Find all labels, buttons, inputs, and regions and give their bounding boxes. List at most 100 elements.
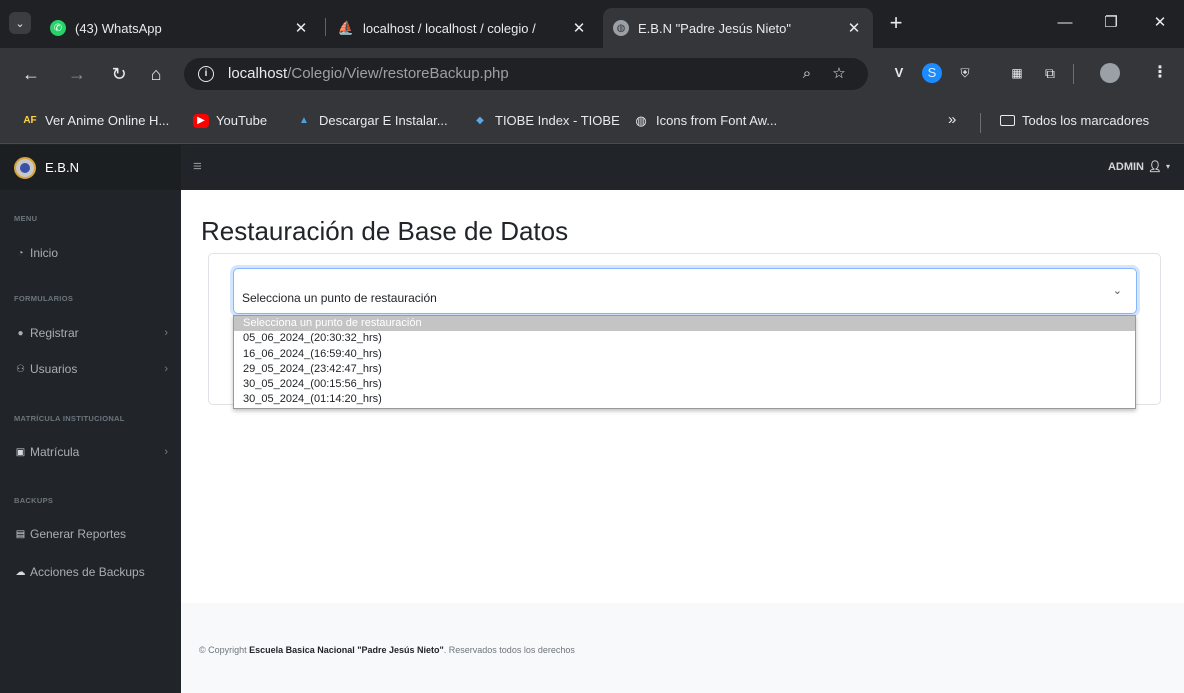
bookmark-label: Icons from Font Aw... <box>656 113 778 128</box>
user-icon: 👤︎ <box>1148 161 1162 173</box>
tab-whatsapp[interactable]: ✆ (43) WhatsApp ✕ <box>40 8 320 48</box>
more-bookmarks-button[interactable]: » <box>948 111 956 128</box>
tab-phpmyadmin[interactable]: ⛵ localhost / localhost / colegio / ✕ <box>328 8 598 48</box>
zoom-icon[interactable]: ⌕ <box>796 63 818 85</box>
restore-option[interactable]: 16_06_2024_(16:59:40_hrs) <box>234 347 1135 362</box>
globe-icon: ◍ <box>613 20 629 36</box>
restore-point-options: Selecciona un punto de restauración 05_0… <box>233 315 1136 409</box>
tab-divider <box>325 18 326 36</box>
phpmyadmin-icon: ⛵ <box>337 20 355 35</box>
restore-point-select[interactable]: Selecciona un punto de restauración ⌄ <box>233 268 1137 314</box>
tiobe-icon: ◆ <box>476 115 484 126</box>
footer: © Copyright Escuela Basica Nacional "Pad… <box>181 603 1184 693</box>
tab-title: (43) WhatsApp <box>75 20 162 36</box>
url-path: /Colegio/View/restoreBackup.php <box>287 65 509 82</box>
sidebar-item-label: Usuarios <box>30 362 78 376</box>
bookmark-star-icon[interactable]: ☆ <box>828 63 850 85</box>
url-text: localhost/Colegio/View/restoreBackup.php <box>228 65 509 82</box>
tab-strip: ⌄ ✆ (43) WhatsApp ✕ ⛵ localhost / localh… <box>0 0 1184 48</box>
bookmark-download[interactable]: ▲ Descargar E Instalar... <box>296 113 448 128</box>
whatsapp-icon: ✆ <box>50 20 66 36</box>
info-icon[interactable]: i <box>198 66 214 82</box>
menu-kebab-icon[interactable]: ⋮ <box>1150 63 1170 83</box>
bookmark-label: YouTube <box>216 113 268 128</box>
sidebar-heading: MATRÍCULA INSTITUCIONAL <box>14 414 125 423</box>
reload-button[interactable]: ↻ <box>107 62 131 86</box>
restore-option[interactable]: 30_05_2024_(01:14:20_hrs) <box>234 392 1135 407</box>
bookmark-label: Descargar E Instalar... <box>319 113 448 128</box>
tab-title: localhost / localhost / colegio / <box>363 20 536 36</box>
brand[interactable]: E.B.N <box>0 145 181 190</box>
home-button[interactable]: ⌂ <box>144 62 168 86</box>
bookmark-fontawesome[interactable]: ◍ Icons from Font Aw... <box>633 113 778 129</box>
user-icon: ● <box>17 327 24 339</box>
clipboard-icon: ▣ <box>15 446 26 458</box>
page-title: Restauración de Base de Datos <box>201 216 569 246</box>
close-window-button[interactable]: ✕ <box>1145 10 1175 36</box>
chevron-right-icon: » <box>948 111 957 128</box>
copyright-org: Escuela Basica Nacional "Padre Jesús Nie… <box>249 645 444 655</box>
sidebar-toggle-icon[interactable]: ≡ <box>193 158 202 175</box>
user-menu[interactable]: ADMIN 👤︎ ▾ <box>1107 160 1170 174</box>
app: E.B.N ≡ ADMIN 👤︎ ▾ MENU ◔ Inicio FORMULA… <box>0 145 1184 693</box>
copyright-suffix: . Reservados todos los derechos <box>443 645 575 655</box>
tab-ebn[interactable]: ◍ E.B.N "Padre Jesús Nieto" ✕ <box>603 8 873 48</box>
bookmarks-divider <box>980 113 981 133</box>
restore-option[interactable]: Selecciona un punto de restauración <box>234 316 1135 332</box>
sidebar-item-label: Generar Reportes <box>30 527 127 541</box>
chevron-down-icon: ⌄ <box>1112 285 1122 297</box>
sidebar-item-acciones-backups[interactable]: ☁ Acciones de Backups <box>14 562 174 582</box>
bookmark-tiobe[interactable]: ◆ TIOBE Index - TIOBE <box>472 113 620 128</box>
restore-option[interactable]: 05_06_2024_(20:30:32_hrs) <box>234 331 1135 346</box>
profile-avatar[interactable] <box>1100 63 1120 83</box>
vpn-extension-icon[interactable]: V <box>889 63 909 83</box>
school-logo-icon <box>14 156 36 179</box>
af-icon: AF <box>23 115 37 126</box>
close-tab-icon[interactable]: ✕ <box>845 19 863 37</box>
restore-option[interactable]: 30_05_2024_(00:15:56_hrs) <box>234 377 1135 392</box>
minimize-button[interactable]: — <box>1050 10 1080 36</box>
bookmarks-bar: AF Ver Anime Online H... ▶ YouTube ▲ Des… <box>0 100 1184 144</box>
chevron-right-icon: › <box>164 327 168 339</box>
users-icon: ⚇ <box>16 363 25 375</box>
restore-button[interactable]: ❐ <box>1096 10 1126 36</box>
top-navbar: E.B.N ≡ ADMIN 👤︎ ▾ <box>0 145 1184 190</box>
restore-option[interactable]: 29_05_2024_(23:42:47_hrs) <box>234 362 1135 377</box>
sidebar-item-generar-reportes[interactable]: ▤ Generar Reportes <box>14 524 174 544</box>
bookmark-youtube[interactable]: ▶ YouTube <box>193 113 267 128</box>
user-menu-label: ADMIN <box>1107 160 1145 173</box>
sidebar: MENU ◔ Inicio FORMULARIOS ● Registrar › … <box>0 190 181 693</box>
all-bookmarks-label: Todos los marcadores <box>1022 113 1150 128</box>
select-value: Selecciona un punto de restauración <box>242 291 437 305</box>
close-tab-icon[interactable]: ✕ <box>292 19 310 37</box>
caret-down-icon: ▾ <box>1165 162 1170 171</box>
extensions-puzzle-icon[interactable]: ⧉ <box>1040 63 1060 83</box>
chevron-right-icon: › <box>164 446 168 458</box>
sidebar-item-usuarios[interactable]: ⚇ Usuarios › <box>14 359 174 379</box>
sidebar-item-inicio[interactable]: ◔ Inicio <box>14 243 174 263</box>
qr-code-icon[interactable]: ▦ <box>1007 63 1027 83</box>
sidebar-heading: BACKUPS <box>14 496 54 505</box>
sidebar-item-label: Inicio <box>30 246 59 260</box>
report-icon: ▤ <box>15 528 26 540</box>
new-tab-button[interactable]: + <box>884 12 908 36</box>
shield-extension-icon[interactable]: ⛨ <box>955 63 975 83</box>
url-host: localhost <box>228 65 288 82</box>
bookmark-label: Ver Anime Online H... <box>45 113 170 128</box>
address-bar[interactable]: i localhost/Colegio/View/restoreBackup.p… <box>184 58 868 90</box>
sidebar-item-label: Acciones de Backups <box>30 565 145 579</box>
chevron-right-icon: › <box>164 363 168 375</box>
copyright-prefix: © Copyright <box>199 645 250 655</box>
back-button[interactable]: ← <box>19 62 43 86</box>
download-icon: ▲ <box>299 115 309 126</box>
shazam-extension-icon[interactable]: S <box>922 63 942 83</box>
bookmark-label: TIOBE Index - TIOBE <box>495 113 620 128</box>
tab-search-button[interactable]: ⌄ <box>9 12 31 34</box>
all-bookmarks-folder[interactable]: Todos los marcadores <box>1000 113 1149 128</box>
toolbar-divider <box>1073 64 1074 84</box>
bookmark-anime[interactable]: AF Ver Anime Online H... <box>22 113 169 128</box>
close-tab-icon[interactable]: ✕ <box>570 19 588 37</box>
sidebar-item-matricula[interactable]: ▣ Matrícula › <box>14 442 174 462</box>
sidebar-item-registrar[interactable]: ● Registrar › <box>14 323 174 343</box>
forward-button[interactable]: → <box>65 62 89 86</box>
